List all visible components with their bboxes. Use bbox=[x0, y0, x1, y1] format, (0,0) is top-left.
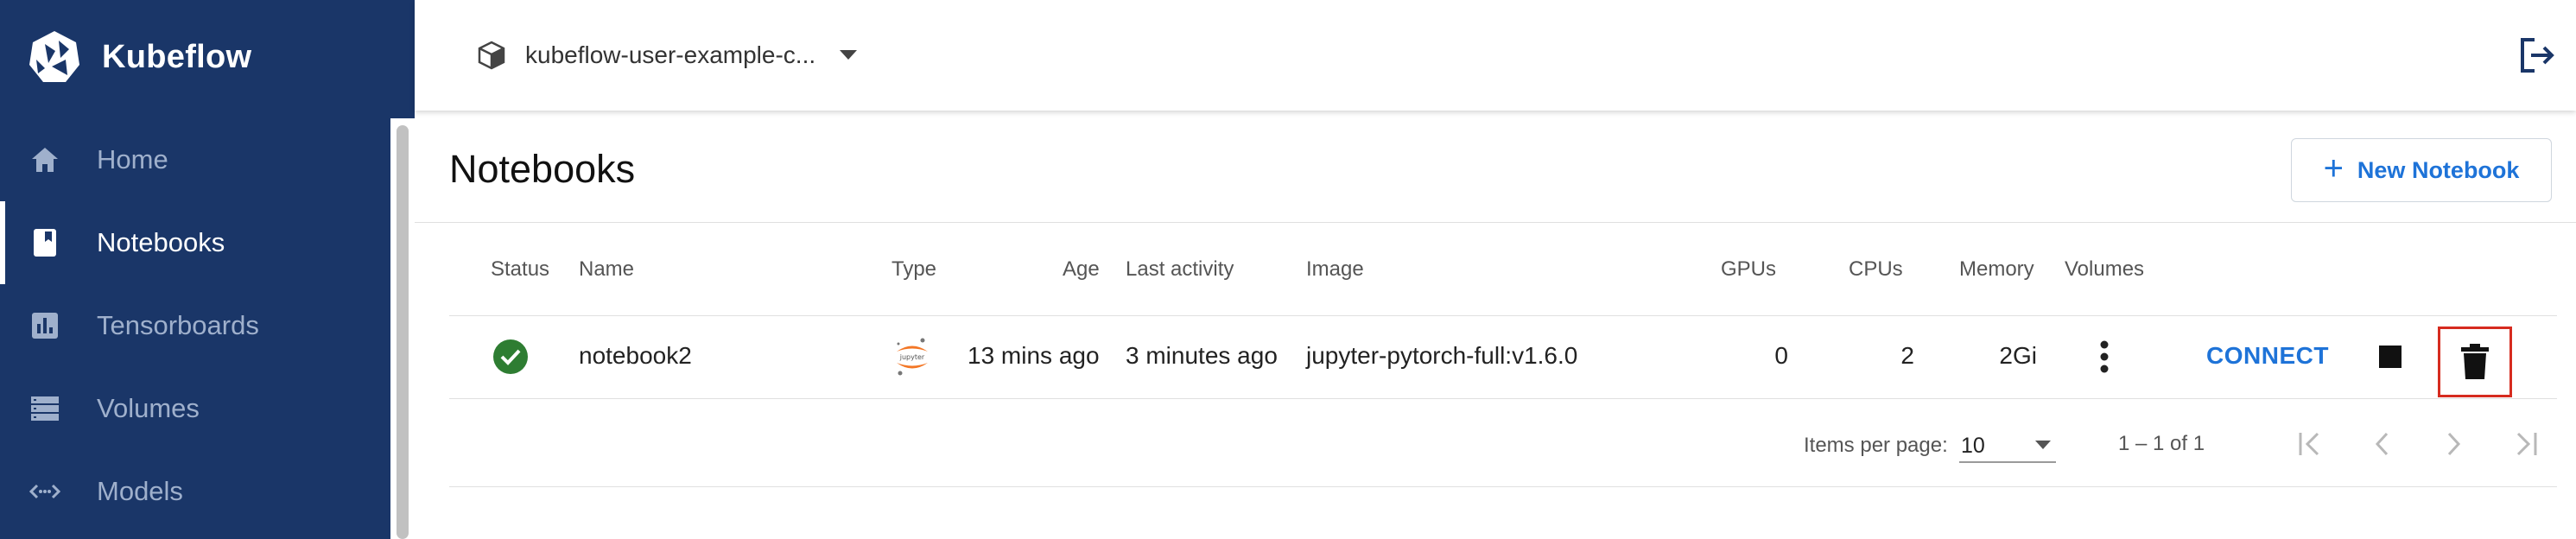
status-ready-icon bbox=[493, 339, 528, 374]
sidebar-nav: Home Notebooks Tensorboards Volumes Mode… bbox=[0, 118, 390, 533]
svg-text:jupyter: jupyter bbox=[899, 353, 925, 361]
first-page-icon bbox=[2299, 432, 2319, 456]
col-status[interactable]: Status bbox=[491, 257, 549, 282]
first-page-button[interactable] bbox=[2287, 420, 2336, 468]
paginator: Items per page: 10 1 – 1 of 1 bbox=[449, 399, 2557, 487]
connect-button[interactable]: CONNECT bbox=[2206, 342, 2329, 370]
previous-page-button[interactable] bbox=[2358, 420, 2407, 468]
items-per-page-value: 10 bbox=[1961, 434, 1985, 458]
sidebar-item-label: Notebooks bbox=[97, 227, 225, 257]
last-page-button[interactable] bbox=[2500, 420, 2548, 468]
chevron-down-icon bbox=[840, 50, 858, 60]
chevron-down-icon bbox=[2035, 441, 2051, 449]
col-gpus[interactable]: GPUs bbox=[1721, 257, 1776, 282]
chevron-left-icon bbox=[2375, 432, 2389, 456]
stop-icon[interactable] bbox=[2379, 346, 2402, 368]
home-icon bbox=[28, 143, 62, 177]
sidebar-item-label: Home bbox=[97, 144, 168, 174]
sidebar-item-tensorboards[interactable]: Tensorboards bbox=[0, 284, 390, 367]
page-header: Notebooks + New Notebook bbox=[415, 121, 2576, 223]
col-image[interactable]: Image bbox=[1306, 257, 1364, 282]
jupyter-icon: jupyter bbox=[893, 338, 931, 376]
col-age[interactable]: Age bbox=[1063, 257, 1100, 282]
table-header: Status Name Type Age Last activity Image… bbox=[449, 223, 2557, 316]
chevron-right-icon bbox=[2447, 432, 2461, 456]
sidebar-item-volumes[interactable]: Volumes bbox=[0, 367, 390, 450]
page-title: Notebooks bbox=[449, 147, 636, 191]
sidebar-item-home[interactable]: Home bbox=[0, 118, 390, 201]
sidebar-item-label: Tensorboards bbox=[97, 310, 259, 340]
new-notebook-button[interactable]: + New Notebook bbox=[2291, 138, 2552, 202]
trash-icon bbox=[2461, 344, 2489, 379]
brand-name: Kubeflow bbox=[102, 38, 252, 75]
brand[interactable]: Kubeflow bbox=[26, 24, 251, 90]
notebook-gpus: 0 bbox=[1774, 342, 1788, 369]
namespace-name: kubeflow-user-example-c... bbox=[525, 41, 816, 68]
sidebar-item-label: Models bbox=[97, 476, 183, 506]
notebook-cpus: 2 bbox=[1900, 342, 1914, 369]
new-notebook-label: New Notebook bbox=[2357, 156, 2520, 183]
col-type[interactable]: Type bbox=[891, 257, 936, 282]
sidebar-item-notebooks[interactable]: Notebooks bbox=[0, 201, 390, 284]
notebook-memory: 2Gi bbox=[1999, 342, 2037, 369]
col-volumes[interactable]: Volumes bbox=[2065, 257, 2144, 282]
items-per-page-label: Items per page: bbox=[1804, 434, 1948, 457]
next-page-button[interactable] bbox=[2429, 420, 2478, 468]
kubeflow-logo-icon bbox=[29, 31, 79, 82]
sidebar-item-label: Volumes bbox=[97, 393, 200, 423]
sidebar-item-models[interactable]: Models bbox=[0, 450, 390, 533]
col-last-activity[interactable]: Last activity bbox=[1126, 257, 1234, 282]
topbar: kubeflow-user-example-c... bbox=[415, 0, 2576, 111]
models-icon bbox=[28, 474, 62, 509]
page-range: 1 – 1 of 1 bbox=[2118, 432, 2205, 455]
sidebar-scrollbar-thumb[interactable] bbox=[397, 125, 409, 539]
notebook-icon bbox=[28, 225, 62, 260]
tensorboard-icon bbox=[28, 308, 62, 343]
namespace-selector[interactable]: kubeflow-user-example-c... bbox=[477, 31, 858, 79]
items-per-page-select[interactable]: 10 bbox=[1959, 425, 2056, 463]
delete-button[interactable] bbox=[2438, 327, 2512, 397]
notebook-last-activity: 3 minutes ago bbox=[1126, 342, 1278, 369]
plus-icon: + bbox=[2323, 149, 2344, 187]
last-page-icon bbox=[2516, 432, 2537, 456]
notebook-name: notebook2 bbox=[579, 342, 692, 369]
cube-icon bbox=[478, 41, 505, 70]
col-name[interactable]: Name bbox=[579, 257, 634, 282]
col-cpus[interactable]: CPUs bbox=[1849, 257, 1903, 282]
notebooks-table: Status Name Type Age Last activity Image… bbox=[449, 223, 2557, 487]
sidebar: Kubeflow Home Notebooks Tensorboards Vol… bbox=[0, 0, 415, 539]
notebook-age: 13 mins ago bbox=[968, 342, 1100, 369]
logout-icon[interactable] bbox=[2516, 35, 2557, 76]
table-row: notebook2 jupyter 13 mins ago 3 minutes … bbox=[449, 316, 2557, 399]
more-vert-icon[interactable] bbox=[2087, 335, 2122, 378]
notebook-image: jupyter-pytorch-full:v1.6.0 bbox=[1306, 342, 1578, 369]
volumes-icon bbox=[28, 391, 62, 426]
col-memory[interactable]: Memory bbox=[1959, 257, 2034, 282]
